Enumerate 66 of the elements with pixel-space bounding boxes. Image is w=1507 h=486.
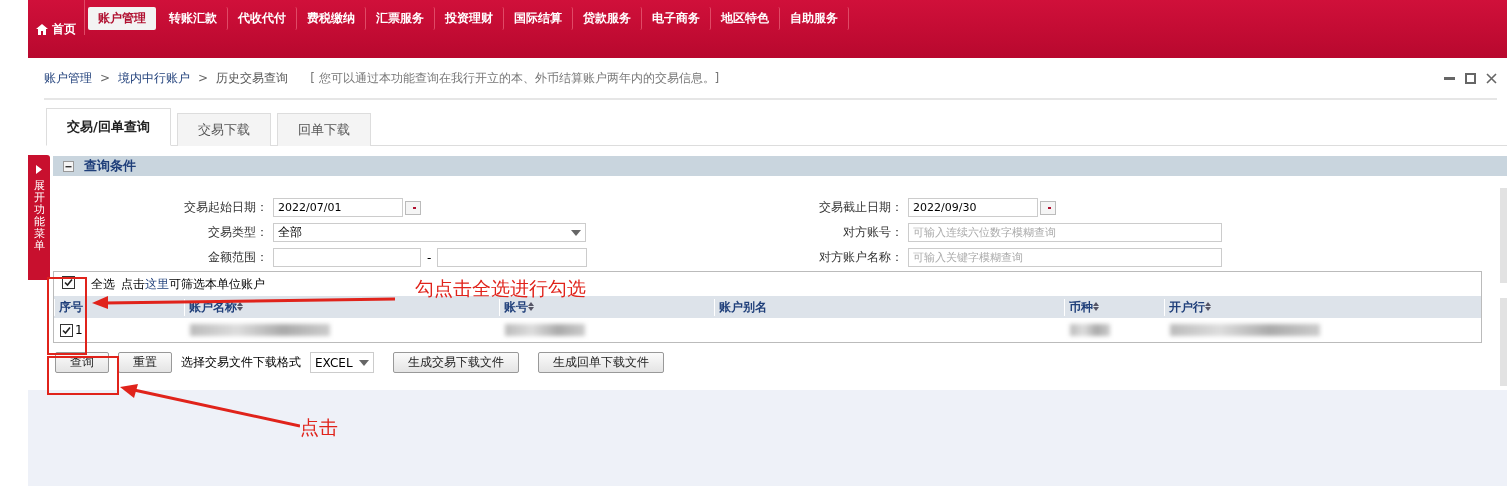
breadcrumb-current: 历史交易查询 (216, 69, 289, 87)
nav-tab[interactable]: 电子商务 (642, 7, 711, 30)
home-icon (36, 23, 48, 35)
column-header: 账户别名 (714, 298, 1064, 316)
breadcrumb-separator: > (100, 71, 111, 85)
breadcrumb-separator: > (198, 71, 209, 85)
nav-tab[interactable]: 汇票服务 (366, 7, 435, 30)
nav-tab[interactable]: 费税缴纳 (297, 7, 366, 30)
calendar-icon[interactable] (405, 200, 421, 215)
side-menu-tab[interactable]: 展开功能菜单 (28, 155, 50, 280)
tab[interactable]: 交易下载 (176, 113, 271, 146)
nav-tab[interactable]: 自助服务 (780, 7, 849, 30)
caret-icon (358, 359, 369, 366)
annotation-text: 点击 (300, 415, 338, 440)
field-label: 对方账户名称： (818, 249, 904, 266)
calendar-icon[interactable] (1040, 200, 1056, 215)
collapse-icon[interactable] (63, 160, 74, 172)
nav-tab[interactable]: 转账汇款 (159, 7, 228, 30)
sort-icon[interactable] (1093, 301, 1099, 311)
minimize-icon[interactable] (1444, 76, 1455, 80)
breadcrumb-link[interactable]: 账户管理 (44, 69, 92, 87)
nav-tab[interactable]: 代收代付 (228, 7, 297, 30)
amount-min-field[interactable] (273, 248, 421, 267)
nav-tab[interactable]: 投资理财 (435, 7, 504, 30)
nav-tab[interactable]: 地区特色 (711, 7, 780, 30)
field-label: 对方账号： (842, 224, 904, 241)
reset-button[interactable]: 重置 (118, 352, 172, 373)
range-dash: - (427, 250, 432, 265)
date-field[interactable]: 2022/07/01 (273, 198, 403, 217)
row-number: 1 (75, 323, 83, 337)
date-field[interactable]: 2022/09/30 (908, 198, 1038, 217)
breadcrumb-link[interactable]: 境内中行账户 (118, 69, 191, 87)
nav-tab[interactable]: 贷款服务 (573, 7, 642, 30)
sort-icon[interactable] (528, 301, 534, 311)
amount-max-field[interactable] (437, 248, 588, 267)
checkbox-label: 全选 (91, 276, 115, 293)
annotation-text: 勾点击全选进行勾选 (415, 276, 586, 301)
nav-tab[interactable]: 国际结算 (504, 7, 573, 30)
field-label: 金额范围： (207, 249, 269, 266)
field-label: 交易类型： (207, 224, 269, 241)
format-label: 选择交易文件下载格式 (181, 354, 301, 371)
column-header[interactable]: 开户行 (1164, 298, 1481, 316)
play-icon (36, 165, 42, 174)
format-select[interactable]: EXCEL (310, 352, 374, 373)
section-title: 查询条件 (84, 157, 136, 175)
column-header[interactable]: 币种 (1064, 298, 1164, 316)
maximize-icon[interactable] (1465, 72, 1476, 84)
home-link[interactable]: 首页 (28, 0, 85, 35)
nav-tab[interactable]: 账户管理 (88, 7, 156, 30)
page-hint: [ 您可以通过本功能查询在我行开立的本、外币结算账户两年内的交易信息。] (310, 69, 720, 87)
blurred-text (1070, 324, 1110, 336)
checkbox[interactable] (60, 323, 73, 337)
column-header[interactable]: 账号 (499, 298, 714, 316)
tab[interactable]: 交易/回单查询 (46, 108, 171, 146)
sort-icon[interactable] (1205, 301, 1211, 311)
field-label: 交易起始日期： (183, 199, 269, 216)
sort-icon[interactable] (237, 301, 243, 311)
generate-file-button[interactable]: 生成回单下载文件 (537, 352, 664, 373)
filter-note: 点击这里可筛选本单位账户 (121, 276, 265, 293)
field-label: 交易截止日期： (818, 199, 904, 216)
filter-link[interactable]: 这里 (145, 277, 169, 291)
generate-file-button[interactable]: 生成交易下载文件 (392, 352, 519, 373)
tab[interactable]: 回单下载 (276, 113, 371, 146)
caret-icon (571, 229, 581, 236)
close-icon[interactable] (1486, 72, 1497, 84)
select-field[interactable]: 全部 (273, 223, 586, 242)
